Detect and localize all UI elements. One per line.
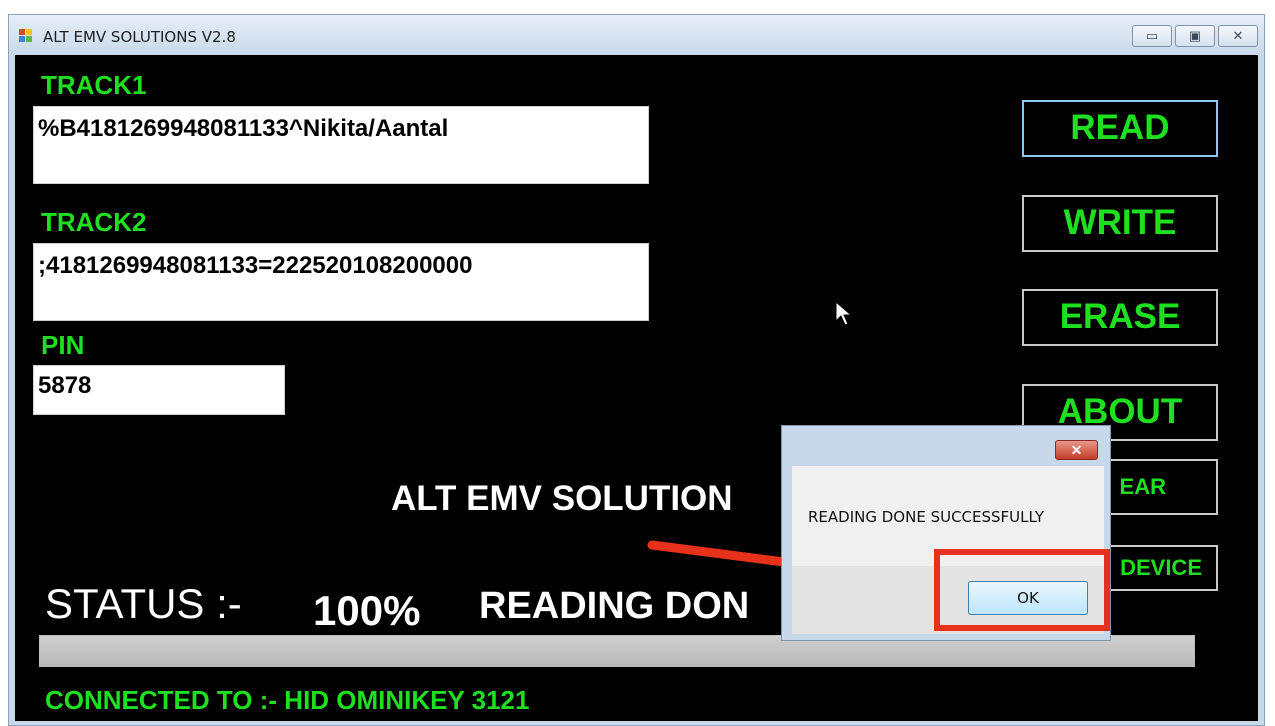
- track2-label: TRACK2: [41, 207, 147, 237]
- status-label: STATUS :-: [45, 580, 242, 627]
- connection-status: CONNECTED TO :- HID OMINIKEY 3121: [45, 685, 530, 715]
- pin-field[interactable]: 5878: [33, 365, 285, 415]
- dialog-message: READING DONE SUCCESSFULLY: [808, 508, 1045, 526]
- status-percent: 100%: [313, 587, 421, 634]
- pin-label: PIN: [41, 330, 85, 360]
- minimize-button[interactable]: ▭: [1132, 25, 1172, 47]
- highlight-box: [934, 549, 1110, 631]
- maximize-button[interactable]: ▣: [1175, 25, 1215, 47]
- track1-field[interactable]: %B4181269948081133^Nikita/Aantal: [33, 106, 649, 184]
- erase-button[interactable]: ERASE: [1022, 289, 1218, 346]
- dialog-close-button[interactable]: ✕: [1055, 440, 1098, 460]
- track1-label: TRACK1: [41, 70, 147, 100]
- track2-field[interactable]: ;4181269948081133=222520108200000: [33, 243, 649, 321]
- brand-text: ALT EMV SOLUTION: [391, 479, 733, 518]
- mouse-cursor-icon: [835, 301, 853, 326]
- window-title: ALT EMV SOLUTIONS V2.8: [43, 28, 236, 46]
- write-button[interactable]: WRITE: [1022, 195, 1218, 252]
- close-button[interactable]: ✕: [1218, 25, 1258, 47]
- read-button[interactable]: READ: [1022, 100, 1218, 157]
- title-bar[interactable]: ALT EMV SOLUTIONS V2.8 ▭ ▣ ✕: [9, 15, 1264, 55]
- app-icon: [19, 29, 33, 43]
